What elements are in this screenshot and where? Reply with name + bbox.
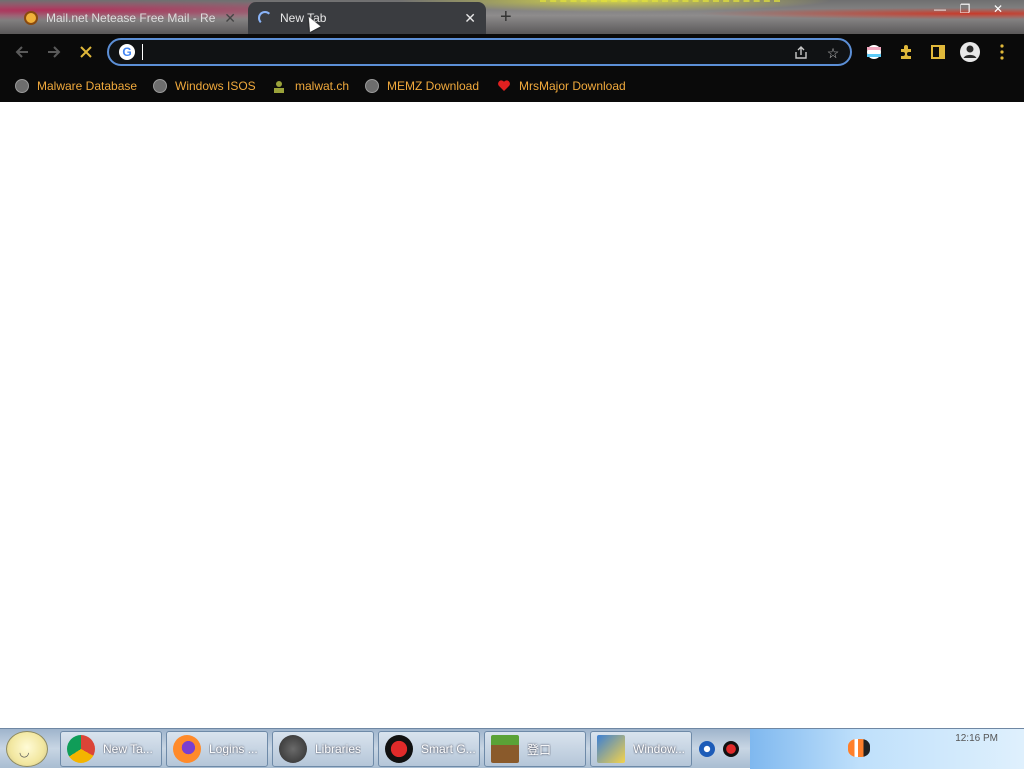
malwatch-icon [274,81,284,93]
system-clock[interactable]: 12:16 PM [955,733,998,744]
mail-favicon-icon [24,11,38,25]
taskbar-item-label: Smart G... [421,742,476,756]
clownfish-icon [848,739,870,757]
side-panel-icon[interactable] [926,40,950,64]
close-icon[interactable]: ✕ [224,11,236,25]
maximize-button[interactable]: ❐ [952,0,978,18]
loading-spinner-icon [258,11,272,25]
tab-title: Mail.net Netease Free Mail - Re [46,11,216,25]
globe-icon [153,79,167,93]
minecraft-icon [491,735,519,763]
taskbar-item-libraries[interactable]: Libraries [272,731,374,767]
taskbar-item-windows-installer[interactable]: Window... [590,731,692,767]
extension-flag-icon[interactable] [862,40,886,64]
profile-avatar-icon[interactable] [958,40,982,64]
heart-icon [498,80,510,91]
arrow-right-icon [48,46,61,58]
stop-x-icon [80,46,92,58]
bookmark-malwatch[interactable]: malwat.ch [271,77,349,95]
bookmark-mrsmajor-download[interactable]: MrsMajor Download [497,77,626,95]
taskbar-item-label: Libraries [315,742,362,756]
tab-mail[interactable]: Mail.net Netease Free Mail - Re ✕ [14,2,246,34]
page-content[interactable] [0,102,1024,728]
browser-toolbar: G ☆ [0,34,1024,70]
tab-new-tab[interactable]: New Tab ✕ [248,2,486,34]
address-bar[interactable]: G ☆ [107,38,852,66]
bookmark-windows-isos[interactable]: Windows ISOS [153,77,256,95]
bookmark-star-icon[interactable]: ☆ [823,43,843,63]
start-button[interactable]: ◡ [6,731,48,767]
menu-kebab-icon[interactable] [990,40,1014,64]
bookmark-label: malwat.ch [295,79,350,93]
bookmark-label: Malware Database [37,79,138,93]
smiley-icon: ◡ [19,745,30,759]
arrow-left-icon [15,46,28,58]
smart-icon [385,735,413,763]
taskbar-item-minecraft[interactable]: 登口 [484,731,586,767]
close-icon[interactable]: ✕ [464,11,476,25]
text-caret [142,44,143,60]
new-tab-button[interactable]: + [500,7,512,27]
bookmark-malware-database[interactable]: Malware Database [15,77,137,95]
tab-strip: Mail.net Netease Free Mail - Re ✕ New Ta… [0,0,1024,34]
bookmarks-bar: Malware Database Windows ISOS malwat.ch … [0,70,1024,102]
bookmark-label: Windows ISOS [175,79,256,93]
bookmark-memz-download[interactable]: MEMZ Download [365,77,479,95]
taskbar-item-firefox[interactable]: Logins ... [166,731,268,767]
forward-button[interactable] [42,40,66,64]
extensions-puzzle-icon[interactable] [894,40,918,64]
taskbar-item-label: Window... [633,742,686,756]
taskbar-item-label: Logins ... [209,742,258,756]
taskbar-item-chrome[interactable]: New Ta... [60,731,162,767]
firefox-icon [173,735,201,763]
taskbar-item-label: New Ta... [103,742,153,756]
globe-icon [365,79,379,93]
tray-record-icon[interactable] [723,741,739,757]
google-icon: G [119,44,135,60]
taskbar-item-smart[interactable]: Smart G... [378,731,480,767]
windows-installer-icon [597,735,625,763]
bookmark-label: MEMZ Download [387,79,480,93]
close-window-button[interactable]: ✕ [985,0,1011,18]
chrome-icon [67,735,95,763]
tray-ccleaner-icon[interactable] [699,741,715,757]
taskbar-item-label: 登口 [527,742,552,757]
share-icon[interactable] [791,43,811,63]
libraries-icon [279,735,307,763]
stop-loading-button[interactable] [74,40,98,64]
omnibox-input[interactable] [141,42,781,62]
minimize-button[interactable]: — [927,0,953,18]
bookmark-label: MrsMajor Download [519,79,626,93]
wallpaper-scribble [540,0,780,34]
globe-icon [15,79,29,93]
taskbar: ◡ New Ta... Logins ... Libraries Smart G… [0,728,1024,769]
system-tray: 12:16 PM [750,729,1024,769]
back-button[interactable] [10,40,34,64]
